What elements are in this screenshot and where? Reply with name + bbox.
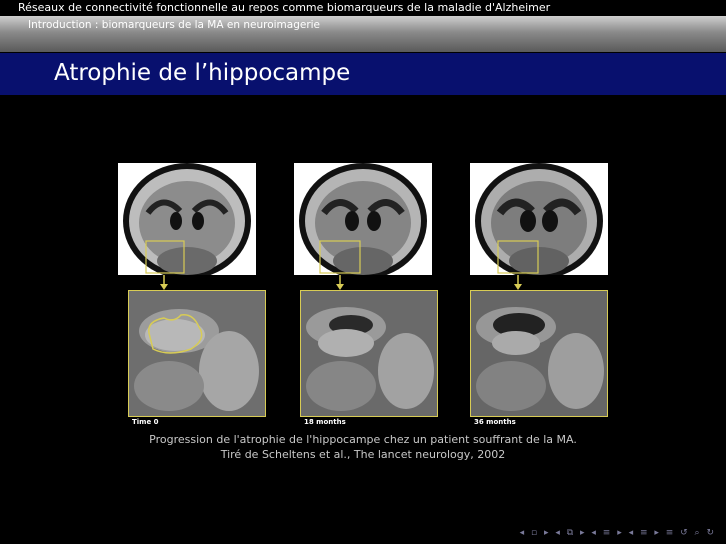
time-label-0: Time 0	[132, 418, 159, 426]
section-bar: Introduction : biomarqueurs de la MA en …	[0, 16, 726, 52]
mri-coronal-brain-3	[470, 163, 608, 275]
mri-coronal-brain-1	[118, 163, 256, 275]
figure-caption: Progression de l'atrophie de l'hippocamp…	[149, 433, 577, 446]
figure-citation: Tiré de Scheltens et al., The lancet neu…	[220, 448, 506, 461]
arrow-down-icon	[160, 275, 168, 290]
arrow-down-icon	[514, 275, 522, 290]
presentation-title-bar: Réseaux de connectivité fonctionnelle au…	[0, 0, 726, 16]
hippocampus-zoom-1	[128, 290, 266, 417]
mri-figure: Time 0 18 months 36 months	[118, 163, 608, 428]
slide-title-bar: Atrophie de l’hippocampe	[0, 53, 726, 95]
section-title: Introduction : biomarqueurs de la MA en …	[28, 19, 321, 31]
time-label-18: 18 months	[304, 418, 346, 426]
hippocampus-zoom-2	[300, 290, 438, 417]
presentation-title: Réseaux de connectivité fonctionnelle au…	[18, 1, 551, 14]
slide-title: Atrophie de l’hippocampe	[54, 60, 351, 86]
mri-coronal-brain-2	[294, 163, 432, 275]
hippocampus-zoom-3	[470, 290, 608, 417]
arrow-down-icon	[336, 275, 344, 290]
time-label-36: 36 months	[474, 418, 516, 426]
beamer-navigation[interactable]: ◂ ▫ ▸ ◂ ⧉ ▸ ◂ ≡ ▸ ◂ ≡ ▸ ≡ ↺ ⌕ ↻	[520, 528, 716, 538]
